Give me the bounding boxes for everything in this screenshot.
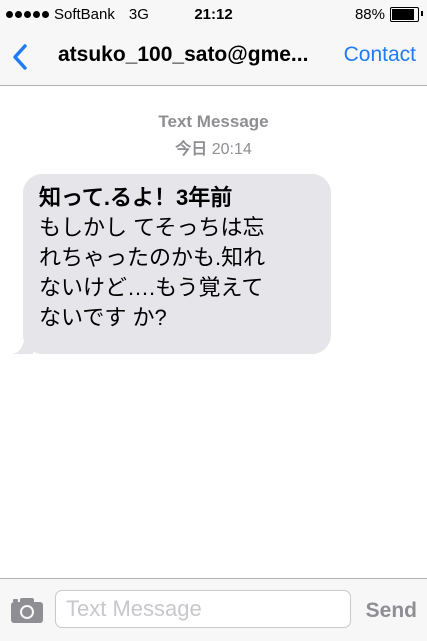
send-button[interactable]: Send (366, 599, 417, 623)
camera-button[interactable] (10, 596, 44, 624)
incoming-message-bubble[interactable]: 知って.るよ！3年前 もしかし てそっちは忘 れちゃったのかも.知れ ないけど…… (23, 174, 331, 354)
conversation-title: atsuko_100_sato@gme... (58, 43, 309, 66)
battery-percent: 88% (354, 6, 385, 23)
message-line: れちゃったのかも.知れ (39, 245, 266, 270)
chevron-left-icon (13, 44, 27, 70)
status-right: 88% (354, 6, 423, 23)
back-button[interactable] (8, 42, 34, 72)
message-timestamp: 今日 20:14 (0, 135, 427, 159)
message-line: ないけど….もう覚えて (39, 275, 264, 300)
battery-fill (392, 9, 414, 20)
message-input[interactable] (55, 590, 351, 628)
status-bar: SoftBank 3G 21:12 88% (0, 0, 427, 28)
message-line: 知って.るよ！3年前 (39, 185, 233, 210)
timestamp-day: 今日 (175, 141, 208, 158)
input-bar: Send (0, 578, 427, 641)
service-label: Text Message (158, 112, 269, 131)
message-line: もしかし てそっちは忘 (39, 215, 265, 240)
timestamp-time: 20:14 (211, 141, 252, 158)
message-line: ないです か? (39, 305, 167, 330)
camera-icon (11, 598, 43, 623)
battery-icon (390, 7, 423, 22)
contact-button[interactable]: Contact (344, 43, 416, 67)
nav-bar: atsuko_100_sato@gme... Contact (0, 28, 427, 86)
